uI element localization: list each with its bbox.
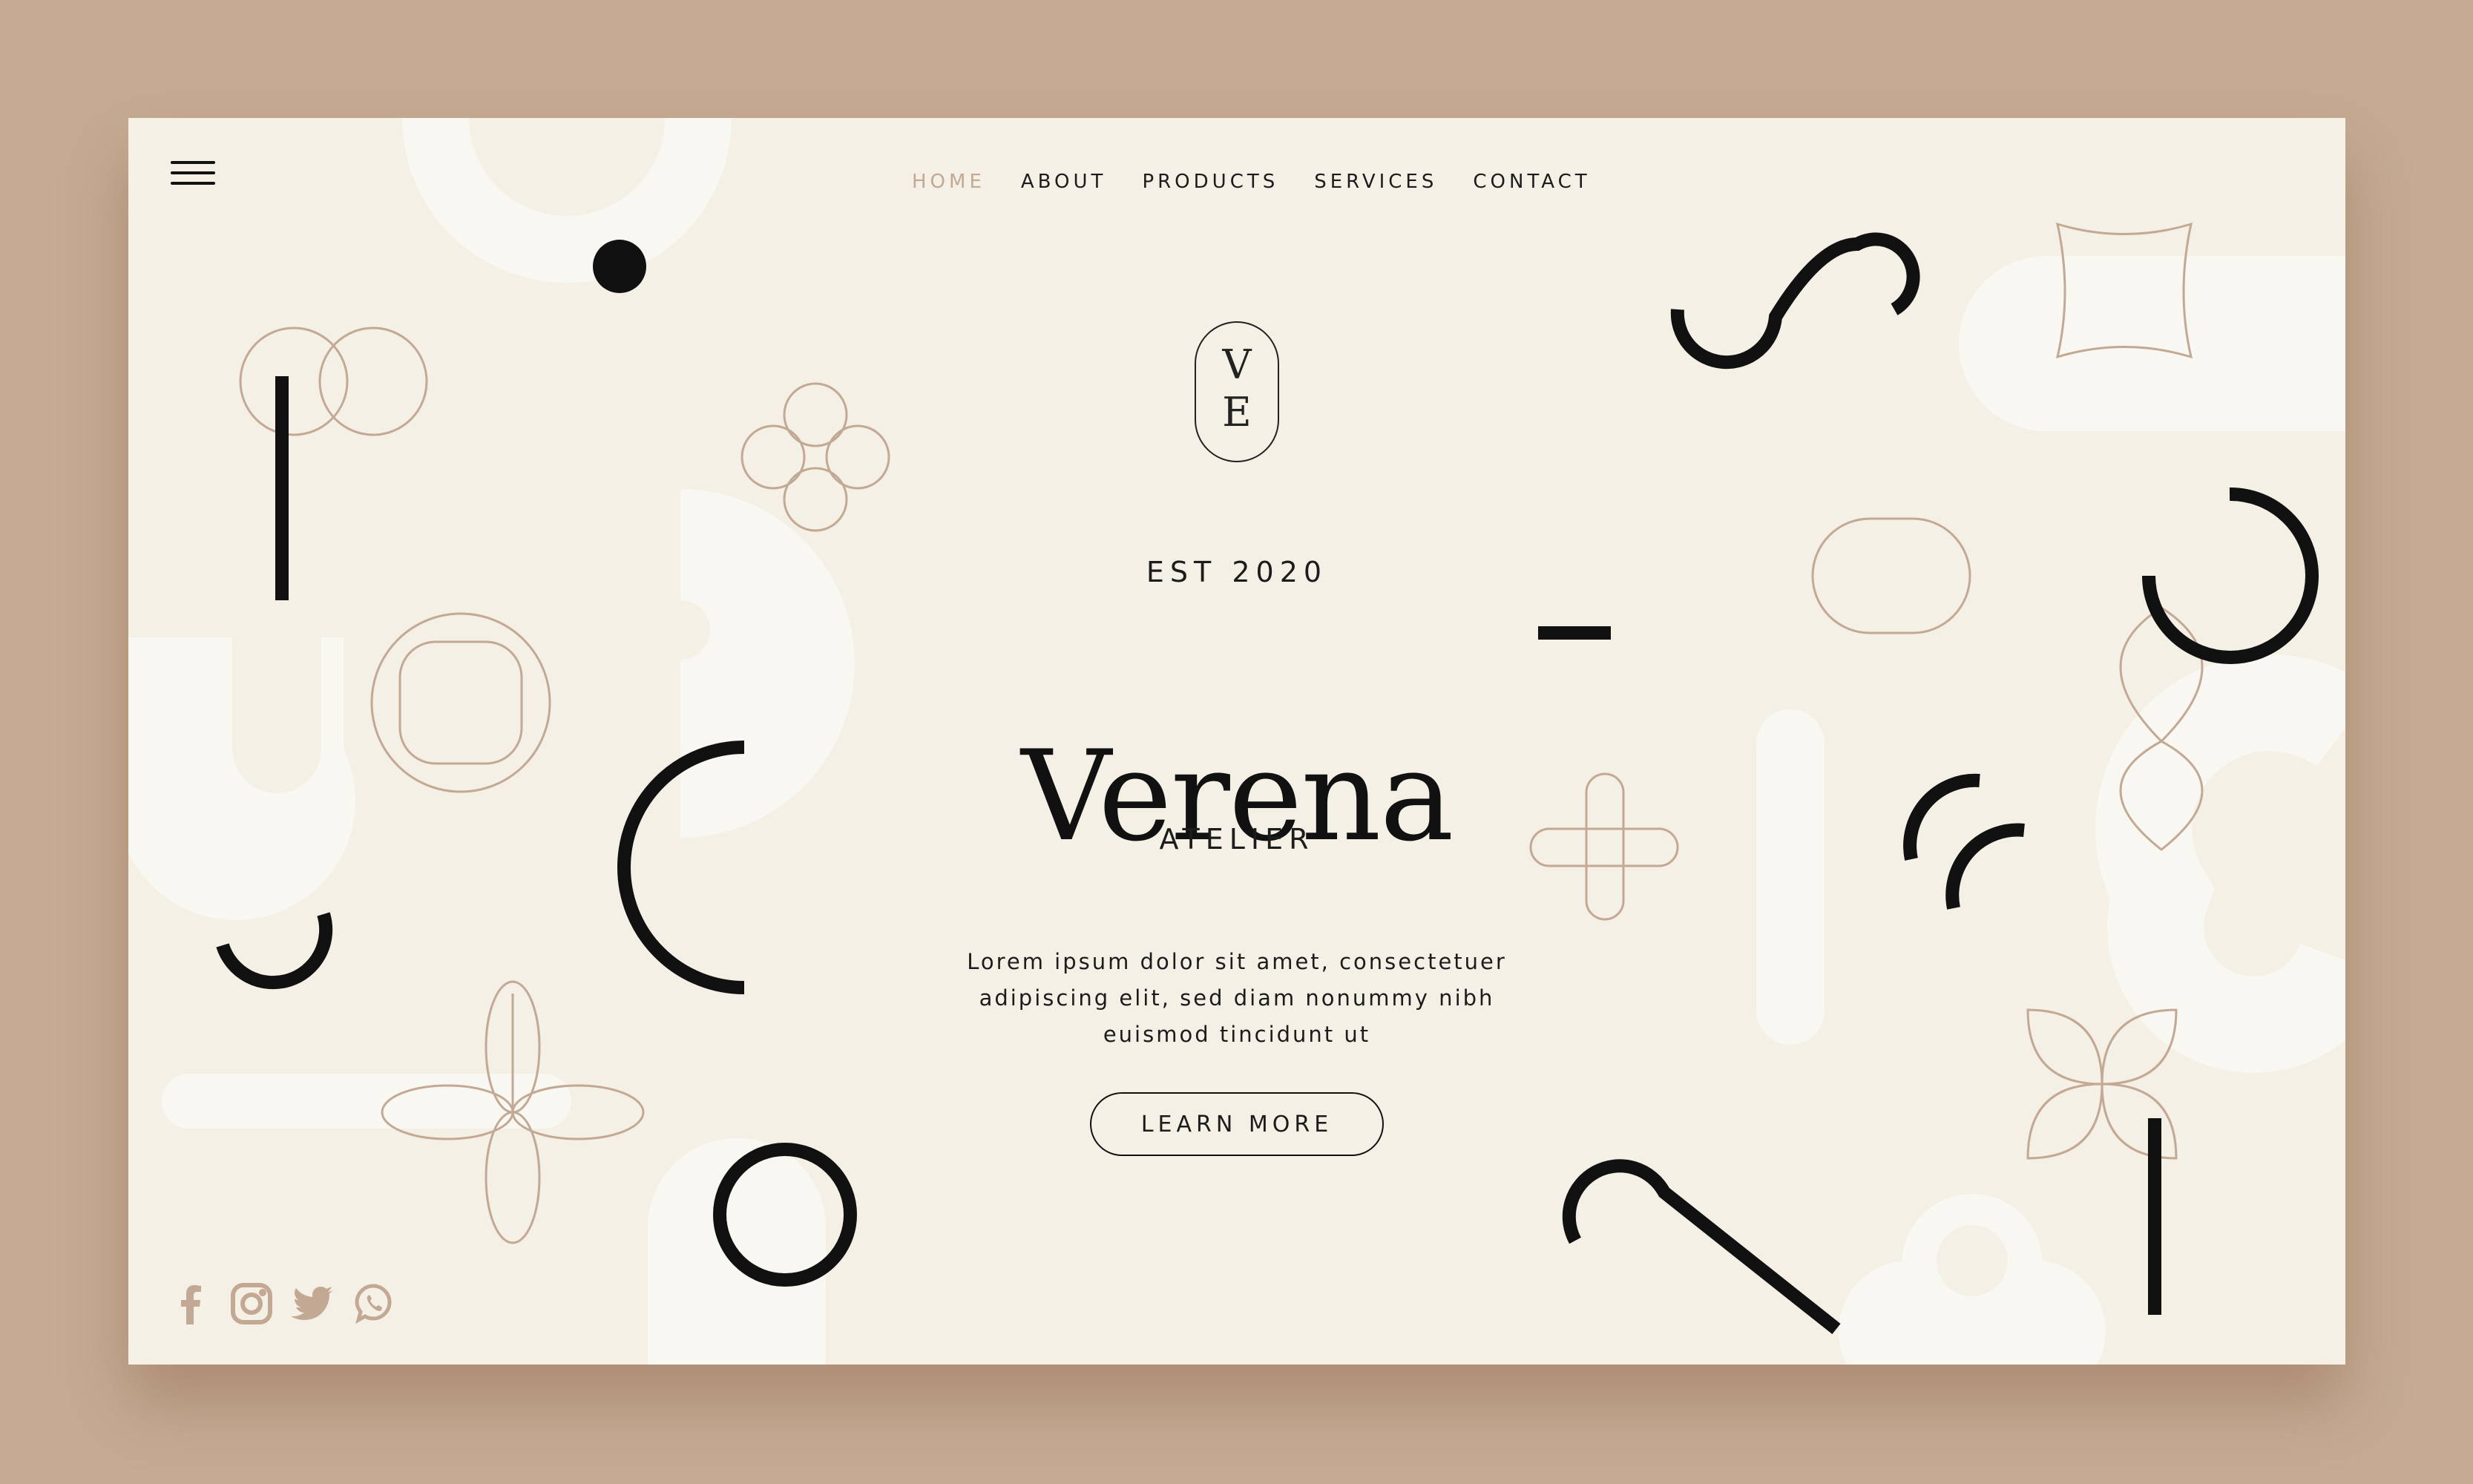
nav-home[interactable]: HOME — [912, 167, 985, 197]
monogram-top-letter: V — [1222, 341, 1252, 388]
twitter-icon[interactable] — [289, 1280, 336, 1327]
white-ring-top — [402, 118, 732, 283]
nav-products[interactable]: PRODUCTS — [1142, 167, 1278, 197]
nav-about[interactable]: ABOUT — [1021, 167, 1107, 197]
tan-circle-right — [318, 326, 428, 436]
black-arc-small — [216, 912, 333, 990]
nav-services[interactable]: SERVICES — [1314, 167, 1437, 197]
hero-description: Lorem ipsum dolor sit amet, consectetuer… — [933, 944, 1541, 1053]
main-nav: HOME ABOUT PRODUCTS SERVICES CONTACT — [912, 167, 1626, 197]
black-s-curve — [1670, 232, 1920, 370]
tan-circle-big — [370, 612, 551, 793]
instagram-icon[interactable] — [228, 1280, 275, 1327]
monogram-logo: V E — [1195, 321, 1279, 462]
tan-circle-left — [239, 326, 349, 436]
white-half-disc — [680, 489, 855, 838]
black-dot — [593, 240, 646, 293]
facebook-icon[interactable] — [167, 1280, 214, 1327]
white-u-shape — [128, 637, 355, 920]
landing-card: HOME ABOUT PRODUCTS SERVICES CONTACT V E… — [128, 118, 2345, 1365]
social-links — [167, 1280, 397, 1327]
nav-contact[interactable]: CONTACT — [1473, 167, 1590, 197]
black-ring-open — [2142, 487, 2319, 664]
hamburger-menu-icon[interactable] — [171, 157, 217, 191]
white-arc-right — [2095, 654, 2345, 1073]
monogram-bottom-letter: E — [1222, 389, 1252, 436]
description-line: euismod tincidunt ut — [1103, 1022, 1371, 1047]
white-pill-right — [1959, 256, 2345, 431]
learn-more-button[interactable]: LEARN MORE — [1090, 1092, 1384, 1156]
tan-stadium — [1811, 517, 1971, 634]
black-hook — [1562, 1159, 1841, 1335]
whatsapp-icon[interactable] — [349, 1280, 397, 1327]
established-label: EST 2020 — [1146, 556, 1328, 588]
brand-subtitle: ATELIER — [1159, 823, 1315, 856]
description-line: Lorem ipsum dolor sit amet, consectetuer — [967, 949, 1507, 974]
description-line: adipiscing elit, sed diam nonummy nibh — [979, 985, 1495, 1011]
black-arc-pair-2 — [1945, 823, 2025, 910]
